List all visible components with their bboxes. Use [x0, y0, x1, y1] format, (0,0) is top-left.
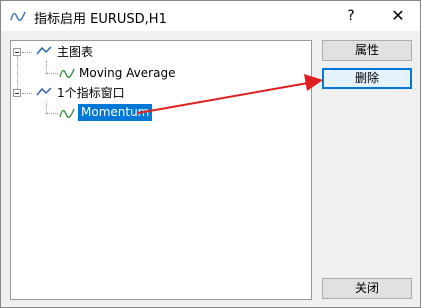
indicator-icon: [59, 108, 75, 118]
tree-node-label: Moving Average: [79, 66, 176, 80]
chart-icon: [36, 46, 52, 55]
delete-button[interactable]: 删除: [322, 68, 412, 89]
close-button[interactable]: 关闭: [322, 278, 412, 299]
chart-icon: [36, 87, 52, 96]
title-bar: 指标启用 EURUSD,H1 ? ✕: [1, 1, 420, 31]
tree-node-label: 1个指标窗口: [57, 86, 125, 100]
tree-node-indicator-window[interactable]: 1个指标窗口: [11, 84, 311, 102]
window-close-button[interactable]: ✕: [386, 5, 410, 27]
window-title: 指标启用 EURUSD,H1: [34, 12, 167, 27]
indicator-app-icon: [10, 11, 26, 21]
tree-node-momentum[interactable]: Momentum: [11, 104, 311, 122]
collapse-toggle-icon[interactable]: [13, 48, 21, 56]
help-button[interactable]: ?: [340, 5, 362, 27]
tree-node-moving-average[interactable]: Moving Average: [11, 64, 311, 82]
indicators-dialog: 指标启用 EURUSD,H1 ? ✕ 主图表 Moving Average 1个…: [0, 0, 421, 308]
collapse-toggle-icon[interactable]: [13, 89, 21, 97]
tree-node-main-chart[interactable]: 主图表: [11, 43, 311, 61]
tree-node-label: 主图表: [57, 45, 94, 59]
indicator-tree[interactable]: 主图表 Moving Average 1个指标窗口 Momentum: [10, 40, 312, 300]
tree-node-label-selected: Momentum: [78, 104, 153, 121]
properties-button[interactable]: 属性: [322, 40, 412, 61]
indicator-icon: [59, 68, 75, 78]
